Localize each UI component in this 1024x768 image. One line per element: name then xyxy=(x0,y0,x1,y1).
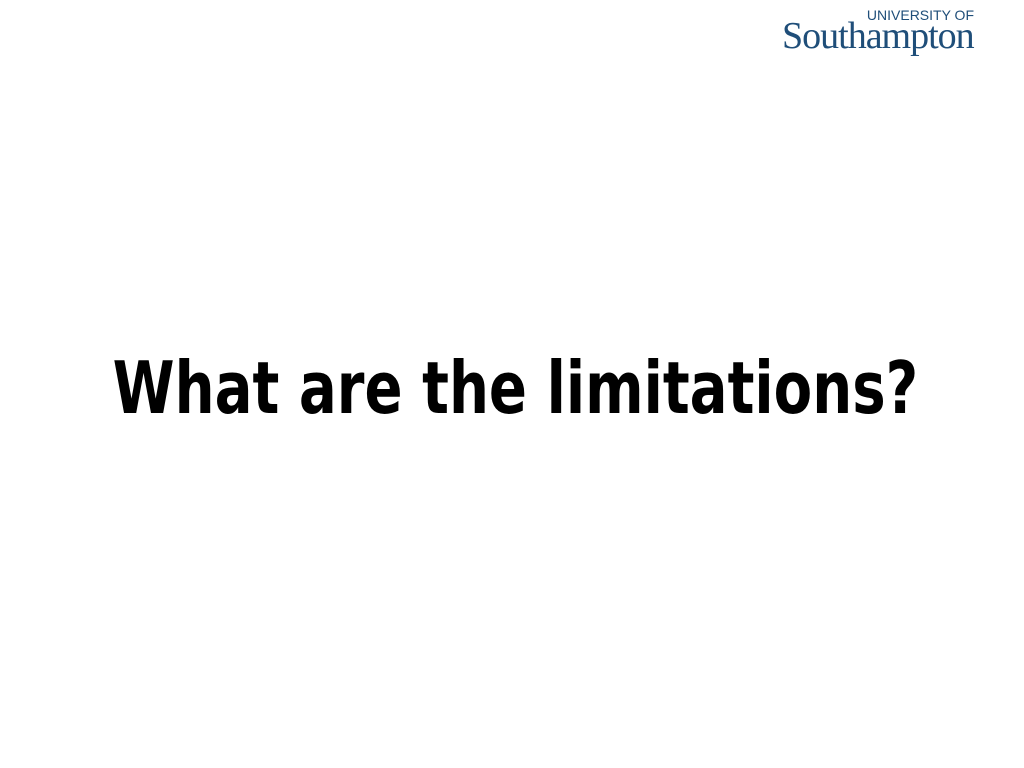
slide: UNIVERSITY OF Southampton What are the l… xyxy=(0,0,1024,768)
slide-title: What are the limitations? xyxy=(112,346,919,430)
logo-southampton-text: Southampton xyxy=(782,15,975,57)
university-logo: UNIVERSITY OF Southampton xyxy=(782,4,1002,60)
